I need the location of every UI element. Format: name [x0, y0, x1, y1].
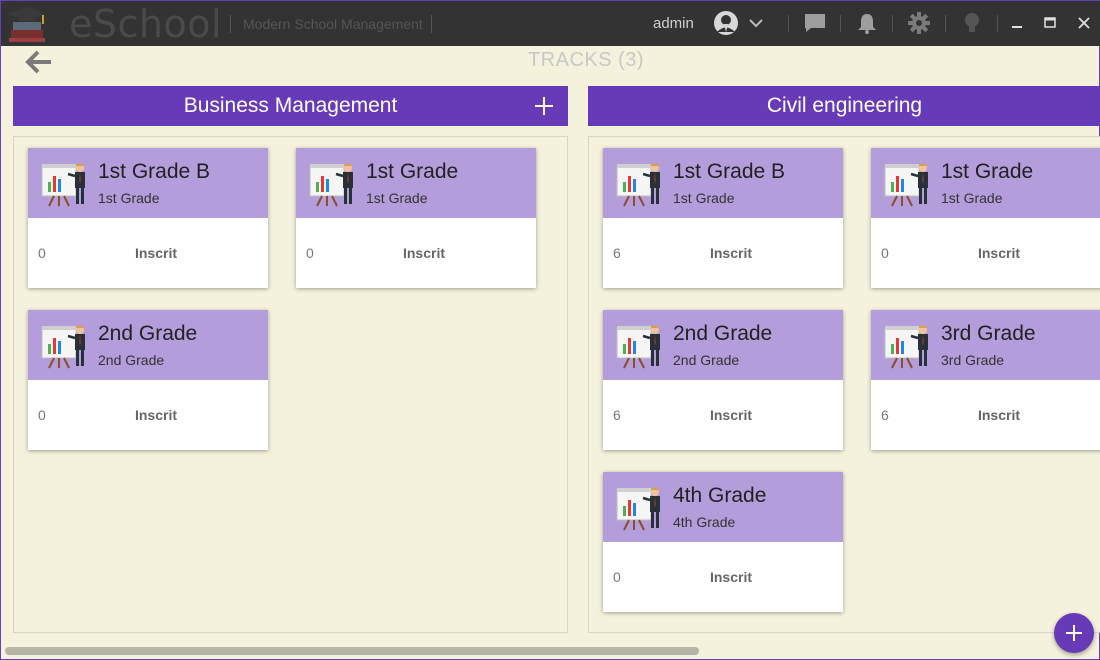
card-subtitle: 4th Grade — [673, 514, 736, 530]
minimize-icon[interactable] — [1007, 13, 1027, 33]
presentation-teacher-icon — [616, 487, 660, 531]
grade-card[interactable]: 2nd Grade 2nd Grade 6 Inscrit — [603, 310, 843, 450]
grade-card[interactable]: 1st Grade B 1st Grade 0 Inscrit — [28, 148, 268, 288]
arrow-left-icon[interactable] — [25, 49, 53, 75]
card-header: 2nd Grade 2nd Grade — [28, 310, 268, 380]
grade-card[interactable]: 3rd Grade 3rd Grade 6 Inscrit — [871, 310, 1100, 450]
card-title: 1st Grade B — [98, 160, 211, 183]
card-header: 1st Grade 1st Grade — [296, 148, 536, 218]
horizontal-scrollbar[interactable] — [5, 647, 699, 655]
title-bar: eSchool Modern School Management admin — [1, 1, 1100, 46]
lightbulb-icon[interactable] — [960, 12, 984, 34]
card-title: 2nd Grade — [673, 322, 773, 345]
presentation-teacher-icon — [884, 325, 928, 369]
track-header: Business Management — [13, 86, 568, 126]
plus-icon[interactable] — [533, 95, 555, 117]
toolbar-divider — [997, 15, 998, 32]
enrolled-label: Inscrit — [977, 245, 1020, 261]
enrolled-label: Inscrit — [709, 407, 752, 423]
card-subtitle: 3rd Grade — [941, 352, 1005, 368]
card-title: 2nd Grade — [98, 322, 198, 345]
enrolled-count: 0 — [881, 245, 889, 261]
bell-icon[interactable] — [855, 12, 879, 34]
presentation-teacher-icon — [41, 325, 85, 369]
enrolled-label: Inscrit — [134, 245, 177, 261]
presentation-teacher-icon — [309, 163, 353, 207]
card-subtitle: 2nd Grade — [673, 352, 740, 368]
app-name: eSchool — [69, 2, 223, 46]
card-header: 3rd Grade 3rd Grade — [871, 310, 1100, 380]
card-title: 3rd Grade — [941, 322, 1036, 345]
card-subtitle: 1st Grade — [98, 190, 160, 206]
app-tagline: Modern School Management — [230, 15, 432, 33]
page-title: TRACKS (3) — [527, 49, 645, 71]
maximize-icon[interactable] — [1040, 13, 1060, 33]
grade-card[interactable]: 1st Grade 1st Grade 0 Inscrit — [296, 148, 536, 288]
toolbar-divider — [892, 15, 893, 32]
card-title: 4th Grade — [673, 484, 767, 507]
enrolled-label: Inscrit — [709, 245, 752, 261]
grade-card[interactable]: 4th Grade 4th Grade 0 Inscrit — [603, 472, 843, 612]
presentation-teacher-icon — [41, 163, 85, 207]
enrolled-label: Inscrit — [709, 569, 752, 585]
card-title: 1st Grade B — [673, 160, 786, 183]
card-header: 2nd Grade 2nd Grade — [603, 310, 843, 380]
enrolled-count: 0 — [613, 569, 621, 585]
user-avatar-icon[interactable] — [713, 10, 739, 36]
presentation-teacher-icon — [616, 163, 660, 207]
card-header: 1st Grade B 1st Grade — [603, 148, 843, 218]
close-icon[interactable] — [1074, 13, 1094, 33]
plus-icon — [1066, 625, 1082, 641]
grade-card[interactable]: 1st Grade 1st Grade 0 Inscrit — [871, 148, 1100, 288]
track-header: Civil engineering — [588, 86, 1100, 126]
gear-icon[interactable] — [907, 12, 931, 34]
enrolled-count: 6 — [613, 245, 621, 261]
grade-card[interactable]: 1st Grade B 1st Grade 6 Inscrit — [603, 148, 843, 288]
card-title: 1st Grade — [366, 160, 459, 183]
presentation-teacher-icon — [884, 163, 928, 207]
card-header: 4th Grade 4th Grade — [603, 472, 843, 542]
grade-card[interactable]: 2nd Grade 2nd Grade 0 Inscrit — [28, 310, 268, 450]
enrolled-count: 0 — [38, 407, 46, 423]
card-subtitle: 2nd Grade — [98, 352, 165, 368]
chat-icon[interactable] — [803, 12, 827, 34]
card-subtitle: 1st Grade — [673, 190, 735, 206]
toolbar-divider — [945, 15, 946, 32]
card-header: 1st Grade 1st Grade — [871, 148, 1100, 218]
enrolled-label: Inscrit — [977, 407, 1020, 423]
enrolled-count: 0 — [306, 245, 314, 261]
add-track-button[interactable] — [1054, 613, 1094, 653]
enrolled-label: Inscrit — [134, 407, 177, 423]
card-title: 1st Grade — [941, 160, 1034, 183]
toolbar-divider — [840, 15, 841, 32]
card-subtitle: 1st Grade — [366, 190, 428, 206]
card-header: 1st Grade B 1st Grade — [28, 148, 268, 218]
enrolled-label: Inscrit — [402, 245, 445, 261]
toolbar-divider — [788, 15, 789, 32]
school-books-icon — [9, 6, 45, 42]
user-name[interactable]: admin — [653, 15, 694, 32]
presentation-teacher-icon — [616, 325, 660, 369]
enrolled-count: 6 — [613, 407, 621, 423]
enrolled-count: 6 — [881, 407, 889, 423]
card-subtitle: 1st Grade — [941, 190, 1003, 206]
enrolled-count: 0 — [38, 245, 46, 261]
chevron-down-icon[interactable] — [747, 13, 765, 33]
